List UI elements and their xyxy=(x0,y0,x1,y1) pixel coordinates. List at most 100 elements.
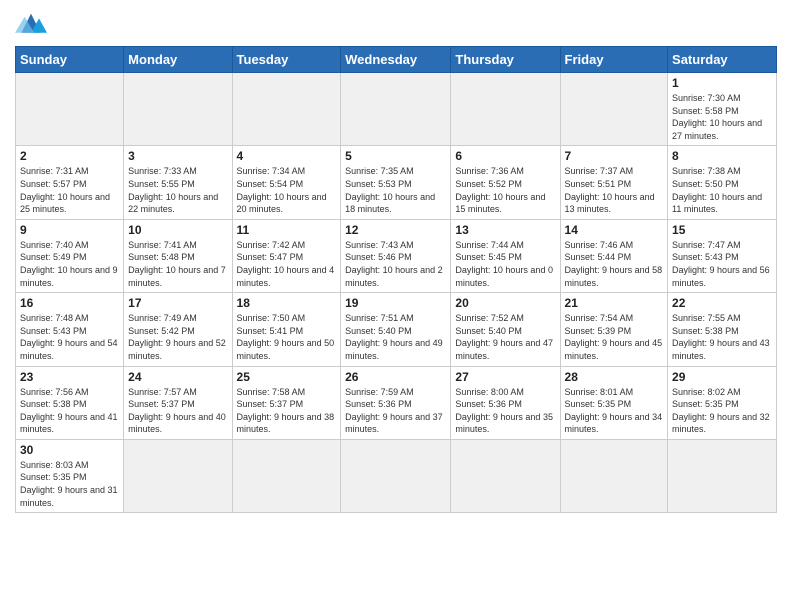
weekday-header: Tuesday xyxy=(232,47,341,73)
day-number: 11 xyxy=(237,223,337,237)
day-info: Sunrise: 7:57 AM Sunset: 5:37 PM Dayligh… xyxy=(128,386,227,436)
day-info: Sunrise: 8:03 AM Sunset: 5:35 PM Dayligh… xyxy=(20,459,119,509)
day-number: 17 xyxy=(128,296,227,310)
calendar-cell: 16 Sunrise: 7:48 AM Sunset: 5:43 PM Dayli… xyxy=(16,293,124,366)
calendar-cell: 10 Sunrise: 7:41 AM Sunset: 5:48 PM Dayli… xyxy=(124,219,232,292)
day-info: Sunrise: 7:52 AM Sunset: 5:40 PM Dayligh… xyxy=(455,312,555,362)
day-info: Sunrise: 7:46 AM Sunset: 5:44 PM Dayligh… xyxy=(565,239,664,289)
day-info: Sunrise: 7:30 AM Sunset: 5:58 PM Dayligh… xyxy=(672,92,772,142)
calendar-cell xyxy=(124,73,232,146)
day-info: Sunrise: 7:35 AM Sunset: 5:53 PM Dayligh… xyxy=(345,165,446,215)
day-info: Sunrise: 8:01 AM Sunset: 5:35 PM Dayligh… xyxy=(565,386,664,436)
day-number: 6 xyxy=(455,149,555,163)
day-number: 26 xyxy=(345,370,446,384)
day-number: 8 xyxy=(672,149,772,163)
calendar-cell xyxy=(451,73,560,146)
day-number: 10 xyxy=(128,223,227,237)
calendar-cell: 8 Sunrise: 7:38 AM Sunset: 5:50 PM Daylig… xyxy=(668,146,777,219)
day-info: Sunrise: 7:56 AM Sunset: 5:38 PM Dayligh… xyxy=(20,386,119,436)
day-number: 16 xyxy=(20,296,119,310)
day-number: 13 xyxy=(455,223,555,237)
day-info: Sunrise: 7:49 AM Sunset: 5:42 PM Dayligh… xyxy=(128,312,227,362)
day-info: Sunrise: 7:31 AM Sunset: 5:57 PM Dayligh… xyxy=(20,165,119,215)
day-info: Sunrise: 7:47 AM Sunset: 5:43 PM Dayligh… xyxy=(672,239,772,289)
day-number: 18 xyxy=(237,296,337,310)
day-info: Sunrise: 7:55 AM Sunset: 5:38 PM Dayligh… xyxy=(672,312,772,362)
day-number: 29 xyxy=(672,370,772,384)
day-number: 22 xyxy=(672,296,772,310)
day-number: 1 xyxy=(672,76,772,90)
day-info: Sunrise: 7:36 AM Sunset: 5:52 PM Dayligh… xyxy=(455,165,555,215)
calendar-table: SundayMondayTuesdayWednesdayThursdayFrid… xyxy=(15,46,777,513)
calendar-row: 16 Sunrise: 7:48 AM Sunset: 5:43 PM Dayli… xyxy=(16,293,777,366)
day-number: 15 xyxy=(672,223,772,237)
calendar-cell: 12Sunrise: 7:43 AM Sunset: 5:46 PM Dayli… xyxy=(341,219,451,292)
calendar-cell: 19Sunrise: 7:51 AM Sunset: 5:40 PM Dayli… xyxy=(341,293,451,366)
day-number: 2 xyxy=(20,149,119,163)
calendar-row: 9Sunrise: 7:40 AM Sunset: 5:49 PM Daylig… xyxy=(16,219,777,292)
day-number: 19 xyxy=(345,296,446,310)
calendar-cell: 18 Sunrise: 7:50 AM Sunset: 5:41 PM Dayli… xyxy=(232,293,341,366)
day-number: 24 xyxy=(128,370,227,384)
calendar-cell xyxy=(16,73,124,146)
day-info: Sunrise: 7:58 AM Sunset: 5:37 PM Dayligh… xyxy=(237,386,337,436)
calendar-cell: 7 Sunrise: 7:37 AM Sunset: 5:51 PM Daylig… xyxy=(560,146,668,219)
calendar-row: 1 Sunrise: 7:30 AM Sunset: 5:58 PM Daylig… xyxy=(16,73,777,146)
day-info: Sunrise: 7:43 AM Sunset: 5:46 PM Dayligh… xyxy=(345,239,446,289)
calendar-cell xyxy=(668,439,777,512)
weekday-header: Saturday xyxy=(668,47,777,73)
weekday-header: Friday xyxy=(560,47,668,73)
day-number: 7 xyxy=(565,149,664,163)
day-info: Sunrise: 7:54 AM Sunset: 5:39 PM Dayligh… xyxy=(565,312,664,362)
calendar-cell: 26 Sunrise: 7:59 AM Sunset: 5:36 PM Dayli… xyxy=(341,366,451,439)
day-info: Sunrise: 7:37 AM Sunset: 5:51 PM Dayligh… xyxy=(565,165,664,215)
calendar-cell xyxy=(560,439,668,512)
calendar-cell: 23Sunrise: 7:56 AM Sunset: 5:38 PM Dayli… xyxy=(16,366,124,439)
calendar-cell: 15 Sunrise: 7:47 AM Sunset: 5:43 PM Dayli… xyxy=(668,219,777,292)
day-info: Sunrise: 7:48 AM Sunset: 5:43 PM Dayligh… xyxy=(20,312,119,362)
calendar-cell xyxy=(560,73,668,146)
day-info: Sunrise: 7:34 AM Sunset: 5:54 PM Dayligh… xyxy=(237,165,337,215)
calendar-cell: 13Sunrise: 7:44 AM Sunset: 5:45 PM Dayli… xyxy=(451,219,560,292)
calendar-cell: 20 Sunrise: 7:52 AM Sunset: 5:40 PM Dayli… xyxy=(451,293,560,366)
calendar-cell: 25 Sunrise: 7:58 AM Sunset: 5:37 PM Dayli… xyxy=(232,366,341,439)
calendar-cell: 30 Sunrise: 8:03 AM Sunset: 5:35 PM Dayli… xyxy=(16,439,124,512)
day-number: 14 xyxy=(565,223,664,237)
calendar-cell: 17 Sunrise: 7:49 AM Sunset: 5:42 PM Dayli… xyxy=(124,293,232,366)
calendar-cell: 1 Sunrise: 7:30 AM Sunset: 5:58 PM Daylig… xyxy=(668,73,777,146)
calendar-cell: 29 Sunrise: 8:02 AM Sunset: 5:35 PM Dayli… xyxy=(668,366,777,439)
calendar-cell: 6 Sunrise: 7:36 AM Sunset: 5:52 PM Daylig… xyxy=(451,146,560,219)
day-info: Sunrise: 7:59 AM Sunset: 5:36 PM Dayligh… xyxy=(345,386,446,436)
day-info: Sunrise: 8:02 AM Sunset: 5:35 PM Dayligh… xyxy=(672,386,772,436)
calendar-cell: 2 Sunrise: 7:31 AM Sunset: 5:57 PM Daylig… xyxy=(16,146,124,219)
day-number: 30 xyxy=(20,443,119,457)
calendar-row: 23Sunrise: 7:56 AM Sunset: 5:38 PM Dayli… xyxy=(16,366,777,439)
day-number: 21 xyxy=(565,296,664,310)
calendar-cell: 28 Sunrise: 8:01 AM Sunset: 5:35 PM Dayli… xyxy=(560,366,668,439)
weekday-header-row: SundayMondayTuesdayWednesdayThursdayFrid… xyxy=(16,47,777,73)
day-info: Sunrise: 7:41 AM Sunset: 5:48 PM Dayligh… xyxy=(128,239,227,289)
calendar-cell: 9Sunrise: 7:40 AM Sunset: 5:49 PM Daylig… xyxy=(16,219,124,292)
calendar-cell xyxy=(232,73,341,146)
calendar-cell xyxy=(451,439,560,512)
weekday-header: Thursday xyxy=(451,47,560,73)
calendar-cell: 5 Sunrise: 7:35 AM Sunset: 5:53 PM Daylig… xyxy=(341,146,451,219)
day-number: 25 xyxy=(237,370,337,384)
weekday-header: Monday xyxy=(124,47,232,73)
day-number: 3 xyxy=(128,149,227,163)
calendar-cell: 14 Sunrise: 7:46 AM Sunset: 5:44 PM Dayli… xyxy=(560,219,668,292)
calendar-cell: 3Sunrise: 7:33 AM Sunset: 5:55 PM Daylig… xyxy=(124,146,232,219)
calendar-row: 2 Sunrise: 7:31 AM Sunset: 5:57 PM Daylig… xyxy=(16,146,777,219)
weekday-header: Sunday xyxy=(16,47,124,73)
day-info: Sunrise: 7:50 AM Sunset: 5:41 PM Dayligh… xyxy=(237,312,337,362)
calendar-row: 30 Sunrise: 8:03 AM Sunset: 5:35 PM Dayli… xyxy=(16,439,777,512)
day-number: 20 xyxy=(455,296,555,310)
day-info: Sunrise: 7:40 AM Sunset: 5:49 PM Dayligh… xyxy=(20,239,119,289)
day-number: 5 xyxy=(345,149,446,163)
day-info: Sunrise: 7:42 AM Sunset: 5:47 PM Dayligh… xyxy=(237,239,337,289)
weekday-header: Wednesday xyxy=(341,47,451,73)
calendar-cell: 11 Sunrise: 7:42 AM Sunset: 5:47 PM Dayli… xyxy=(232,219,341,292)
calendar-cell: 22 Sunrise: 7:55 AM Sunset: 5:38 PM Dayli… xyxy=(668,293,777,366)
day-number: 28 xyxy=(565,370,664,384)
day-info: Sunrise: 7:38 AM Sunset: 5:50 PM Dayligh… xyxy=(672,165,772,215)
